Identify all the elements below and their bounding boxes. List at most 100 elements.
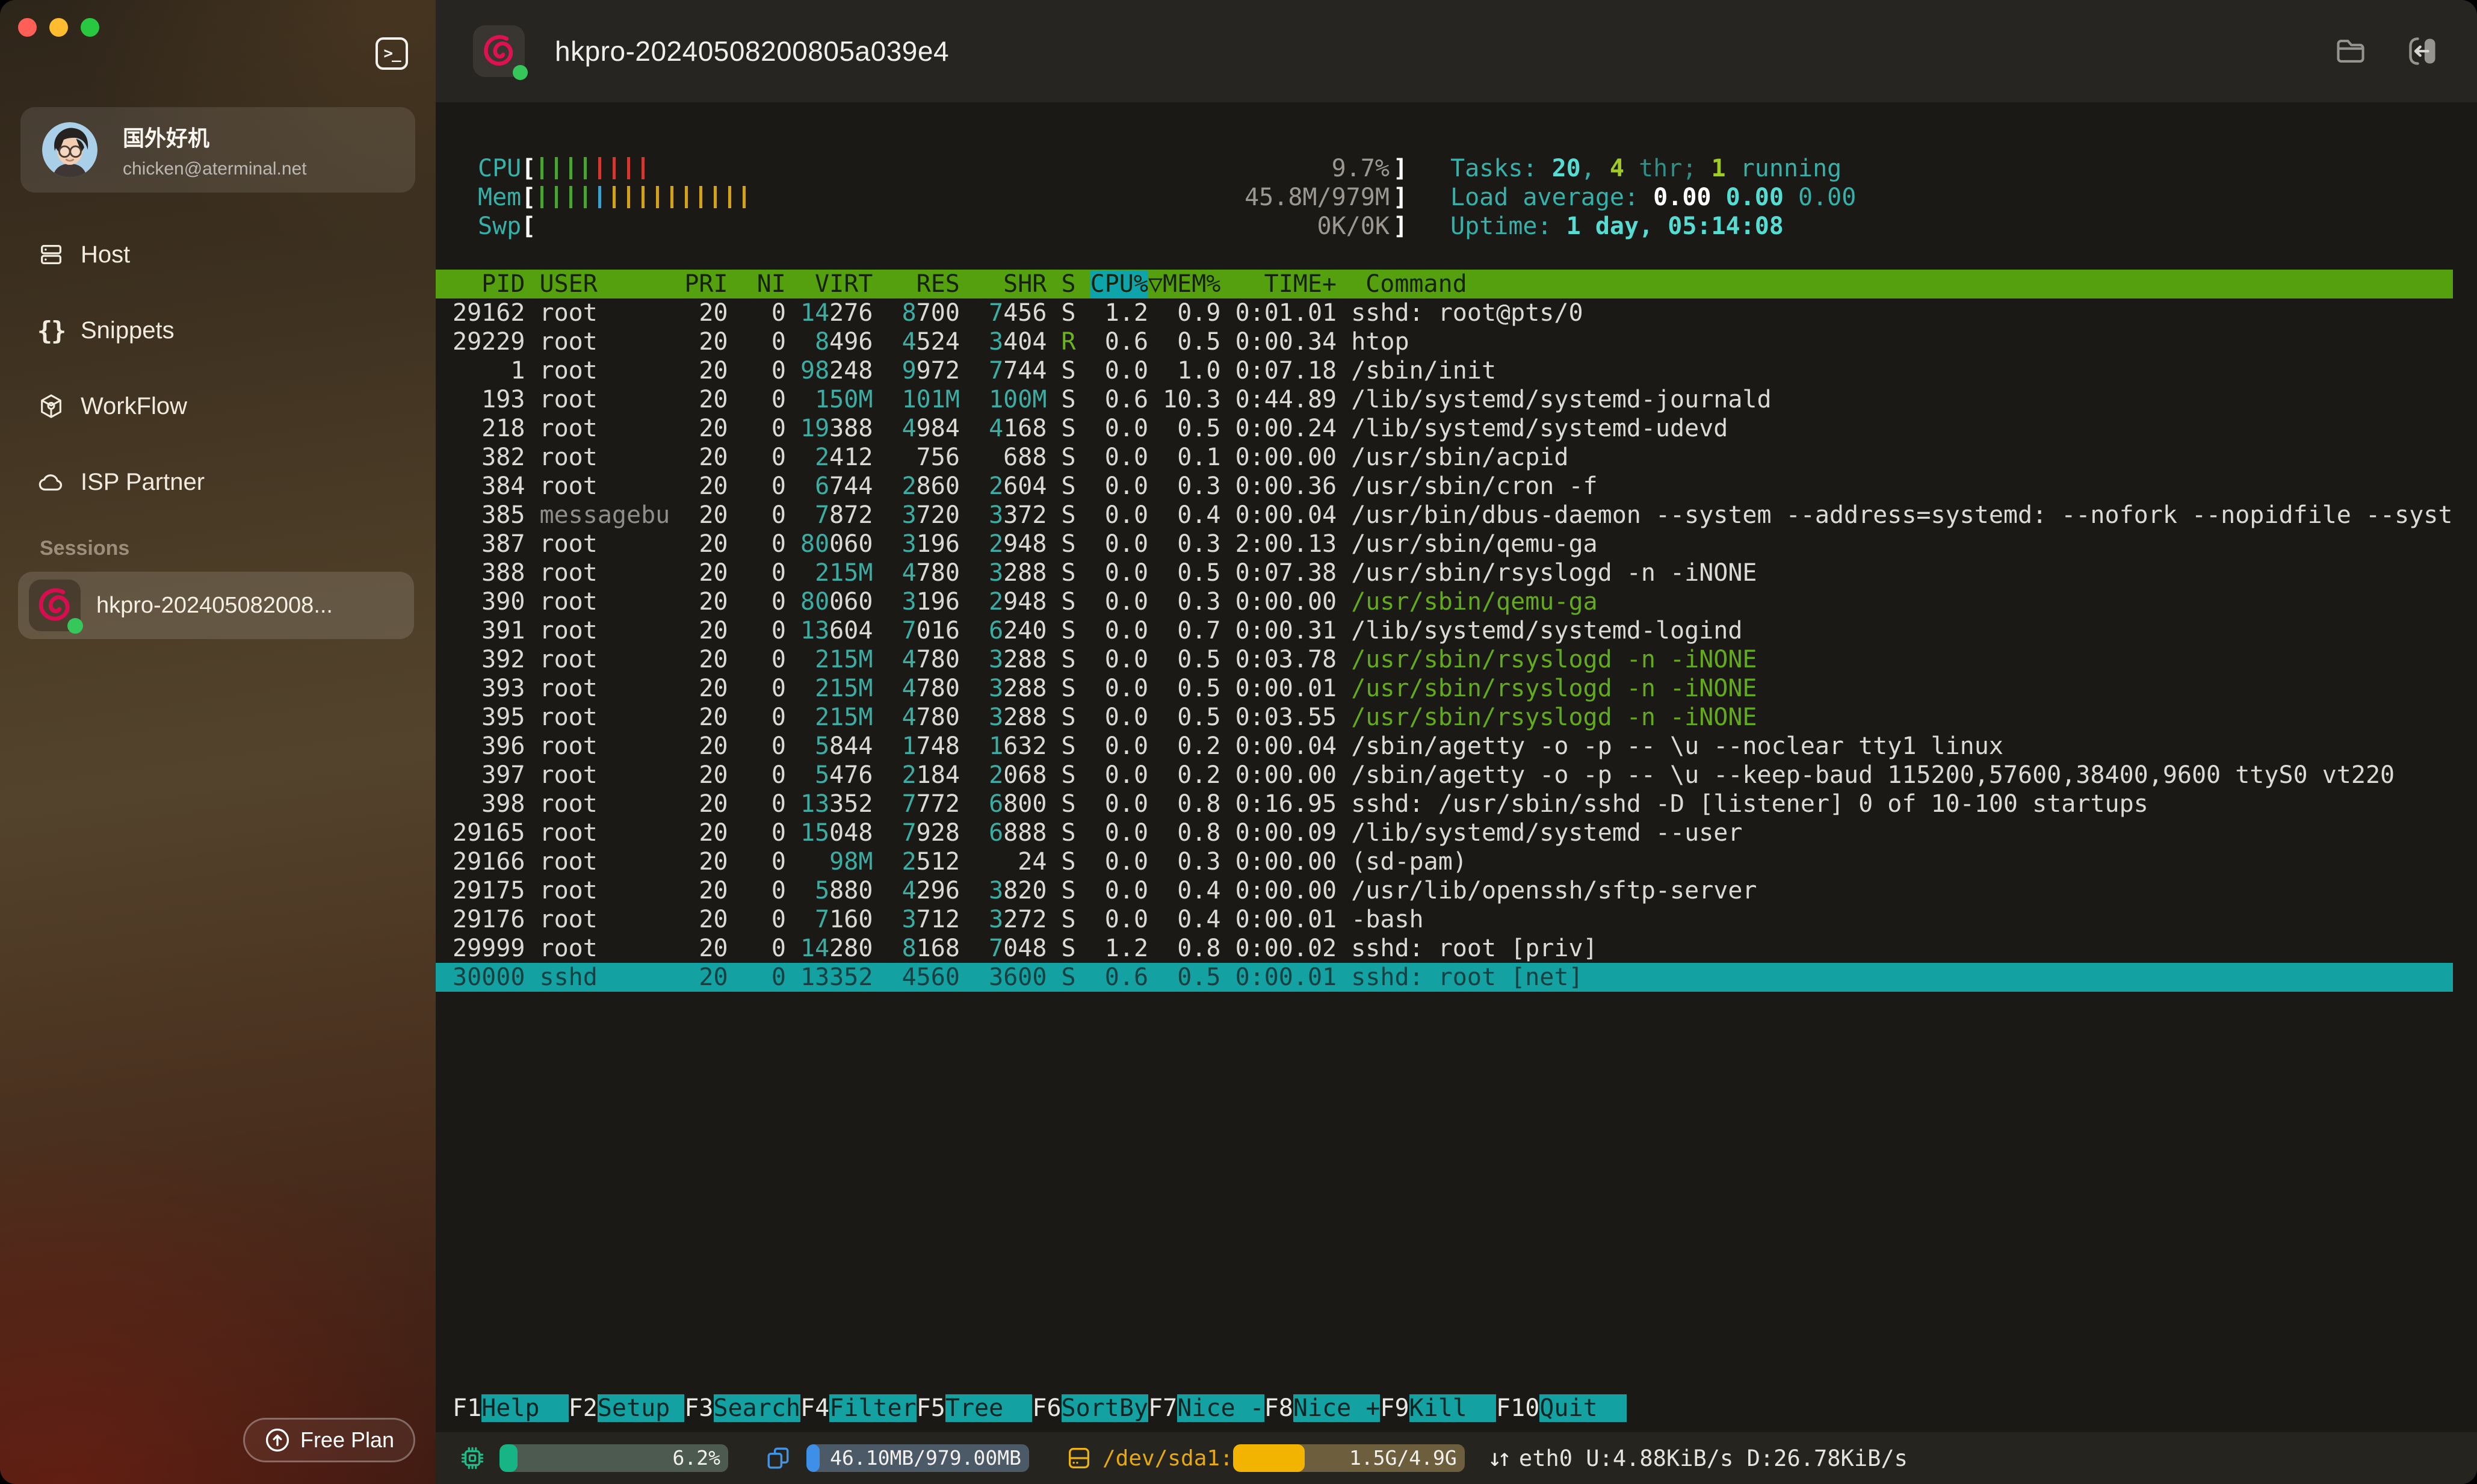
- fkey-label[interactable]: Tree: [945, 1394, 1033, 1422]
- fkey-label[interactable]: Search: [714, 1394, 801, 1422]
- sessions-section-label: Sessions: [40, 537, 129, 560]
- meter-tick: [642, 186, 645, 208]
- status-bar: 6.2% 46.10MB/979.00MB /d: [436, 1432, 2477, 1484]
- process-row[interactable]: 382 root 20 0 2412 756 688 S 0.0 0.1 0:0…: [436, 443, 2453, 472]
- close-button[interactable]: [18, 18, 37, 37]
- sidebar-item-snippets[interactable]: {} Snippets: [20, 292, 415, 368]
- fkey-label[interactable]: Setup: [598, 1394, 685, 1422]
- fkey-f4[interactable]: F4: [800, 1394, 829, 1422]
- process-row[interactable]: 29175 root 20 0 5880 4296 3820 S 0.0 0.4…: [436, 876, 2453, 905]
- process-table: PID USER PRI NI VIRT RES SHR S CPU%▽MEM%…: [436, 270, 2453, 992]
- cloud-icon: [36, 467, 66, 497]
- memory-usage-bar: 46.10MB/979.00MB: [806, 1444, 1029, 1472]
- htop-meters: CPU[9.7%]Mem[45.8M/979M]Swp[0K/0K]: [478, 154, 1408, 241]
- process-row[interactable]: 392 root 20 0 215M 4780 3288 S 0.0 0.5 0…: [436, 645, 2453, 674]
- sort-column-cpu[interactable]: CPU%: [1090, 270, 1148, 298]
- fkey-label[interactable]: SortBy: [1062, 1394, 1149, 1422]
- cpu-chip-icon: [459, 1444, 486, 1472]
- header-cols-left: PID USER PRI NI VIRT RES SHR S: [453, 270, 1090, 298]
- process-row[interactable]: 29999 root 20 0 14280 8168 7048 S 1.2 0.…: [436, 934, 2453, 963]
- process-row[interactable]: 29162 root 20 0 14276 8700 7456 S 1.2 0.…: [436, 298, 2453, 327]
- process-row[interactable]: 388 root 20 0 215M 4780 3288 S 0.0 0.5 0…: [436, 558, 2453, 587]
- zoom-button[interactable]: [81, 18, 99, 37]
- memory-icon: [764, 1444, 792, 1472]
- meter-swp: Swp[0K/0K]: [478, 212, 1408, 241]
- profile-email: chicken@aterminal.net: [123, 159, 307, 179]
- terminal-screen[interactable]: CPU[9.7%]Mem[45.8M/979M]Swp[0K/0K] Tasks…: [436, 102, 2477, 1432]
- meter-value: 45.8M/979M: [1245, 183, 1390, 212]
- sidebar-item-isp-partner[interactable]: ISP Partner: [20, 444, 415, 520]
- fkey-f7[interactable]: F7: [1148, 1394, 1177, 1422]
- meter-tick: [728, 186, 731, 208]
- process-row[interactable]: 397 root 20 0 5476 2184 2068 S 0.0 0.2 0…: [436, 761, 2453, 790]
- process-row[interactable]: 218 root 20 0 19388 4984 4168 S 0.0 0.5 …: [436, 414, 2453, 443]
- fkey-f9[interactable]: F9: [1380, 1394, 1409, 1422]
- sftp-folder-button[interactable]: [2331, 32, 2370, 70]
- fkey-label[interactable]: Quit: [1539, 1394, 1627, 1422]
- process-row[interactable]: 193 root 20 0 150M 101M 100M S 0.6 10.3 …: [436, 385, 2453, 414]
- htop-info-line: Uptime: 1 day, 05:14:08: [1450, 212, 1856, 241]
- traffic-lights: [18, 18, 99, 37]
- meter-tick: [627, 157, 630, 179]
- toggle-panel-button[interactable]: [2404, 32, 2442, 70]
- process-row[interactable]: 396 root 20 0 5844 1748 1632 S 0.0 0.2 0…: [436, 732, 2453, 761]
- sidebar-item-label: Snippets: [81, 317, 175, 344]
- fkey-label[interactable]: Help: [481, 1394, 569, 1422]
- process-row[interactable]: 385 messagebu 20 0 7872 3720 3372 S 0.0 …: [436, 501, 2453, 530]
- process-row[interactable]: 398 root 20 0 13352 7772 6800 S 0.0 0.8 …: [436, 790, 2453, 818]
- process-row[interactable]: 29165 root 20 0 15048 7928 6888 S 0.0 0.…: [436, 818, 2453, 847]
- fkey-label[interactable]: Nice -: [1177, 1394, 1264, 1422]
- meter-mem: Mem[45.8M/979M]: [478, 183, 1408, 212]
- process-row[interactable]: 29166 root 20 0 98M 2512 24 S 0.0 0.3 0:…: [436, 847, 2453, 876]
- sidebar-item-host[interactable]: Host: [20, 217, 415, 292]
- process-row[interactable]: 387 root 20 0 80060 3196 2948 S 0.0 0.3 …: [436, 530, 2453, 558]
- cpu-usage-value: 6.2%: [673, 1444, 720, 1472]
- process-row[interactable]: 29229 root 20 0 8496 4524 3404 R 0.6 0.5…: [436, 327, 2453, 356]
- sort-direction-icon: ▽: [1148, 270, 1163, 298]
- fkey-f2[interactable]: F2: [569, 1394, 598, 1422]
- process-row[interactable]: 1 root 20 0 98248 9972 7744 S 0.0 1.0 0:…: [436, 356, 2453, 385]
- disk-device-label: /dev/sda1:: [1102, 1446, 1233, 1471]
- process-row[interactable]: 390 root 20 0 80060 3196 2948 S 0.0 0.3 …: [436, 587, 2453, 616]
- sidebar-item-workflow[interactable]: WorkFlow: [20, 368, 415, 444]
- fkey-f8[interactable]: F8: [1264, 1394, 1293, 1422]
- process-table-header[interactable]: PID USER PRI NI VIRT RES SHR S CPU%▽MEM%…: [436, 270, 2453, 298]
- sidebar: >_: [0, 0, 436, 1484]
- minimize-button[interactable]: [49, 18, 68, 37]
- meter-value: 9.7%: [1332, 154, 1390, 183]
- fkey-f5[interactable]: F5: [917, 1394, 945, 1422]
- process-row[interactable]: 384 root 20 0 6744 2860 2604 S 0.0 0.3 0…: [436, 472, 2453, 501]
- meter-tick: [569, 186, 572, 208]
- process-table-body: 29162 root 20 0 14276 8700 7456 S 1.2 0.…: [436, 298, 2453, 992]
- server-icon: [36, 240, 66, 270]
- fkey-label[interactable]: Nice +: [1293, 1394, 1381, 1422]
- fkey-f3[interactable]: F3: [684, 1394, 713, 1422]
- meter-tick: [685, 186, 688, 208]
- session-item[interactable]: hkpro-202405082008...: [18, 572, 414, 639]
- meter-tick: [598, 186, 601, 208]
- meter-tick: [598, 157, 601, 179]
- disk-usage-value: 1.5G/4.9G: [1349, 1444, 1457, 1472]
- network-stats-label: eth0 U:4.88KiB/s D:26.78KiB/s: [1519, 1445, 1908, 1471]
- process-row[interactable]: 393 root 20 0 215M 4780 3288 S 0.0 0.5 0…: [436, 674, 2453, 703]
- fkey-f1[interactable]: F1: [453, 1394, 481, 1422]
- debian-icon: [29, 580, 81, 631]
- sidebar-item-label: ISP Partner: [81, 469, 205, 496]
- fkey-label[interactable]: Kill: [1409, 1394, 1497, 1422]
- meter-tick: [699, 186, 702, 208]
- process-row[interactable]: 29176 root 20 0 7160 3712 3272 S 0.0 0.4…: [436, 905, 2453, 934]
- prompt-icon: >_: [383, 45, 400, 63]
- free-plan-button[interactable]: Free Plan: [243, 1418, 415, 1462]
- host-status-dot: [513, 65, 528, 80]
- profile-card[interactable]: 国外好机 chicken@aterminal.net: [20, 107, 415, 193]
- main-area: hkpro-20240508200805a039e4 CPU[9.7%]Mem[…: [436, 0, 2477, 1484]
- process-row[interactable]: 395 root 20 0 215M 4780 3288 S 0.0 0.5 0…: [436, 703, 2453, 732]
- disk-usage-bar: 1.5G/4.9G: [1233, 1444, 1465, 1472]
- new-terminal-button[interactable]: >_: [376, 37, 408, 70]
- fkey-label[interactable]: Filter: [829, 1394, 917, 1422]
- process-row[interactable]: 30000 sshd 20 0 13352 4560 3600 S 0.6 0.…: [436, 963, 2453, 992]
- process-row[interactable]: 391 root 20 0 13604 7016 6240 S 0.0 0.7 …: [436, 616, 2453, 645]
- fkey-f6[interactable]: F6: [1032, 1394, 1061, 1422]
- fkey-f10[interactable]: F10: [1496, 1394, 1539, 1422]
- meter-tick: [714, 186, 717, 208]
